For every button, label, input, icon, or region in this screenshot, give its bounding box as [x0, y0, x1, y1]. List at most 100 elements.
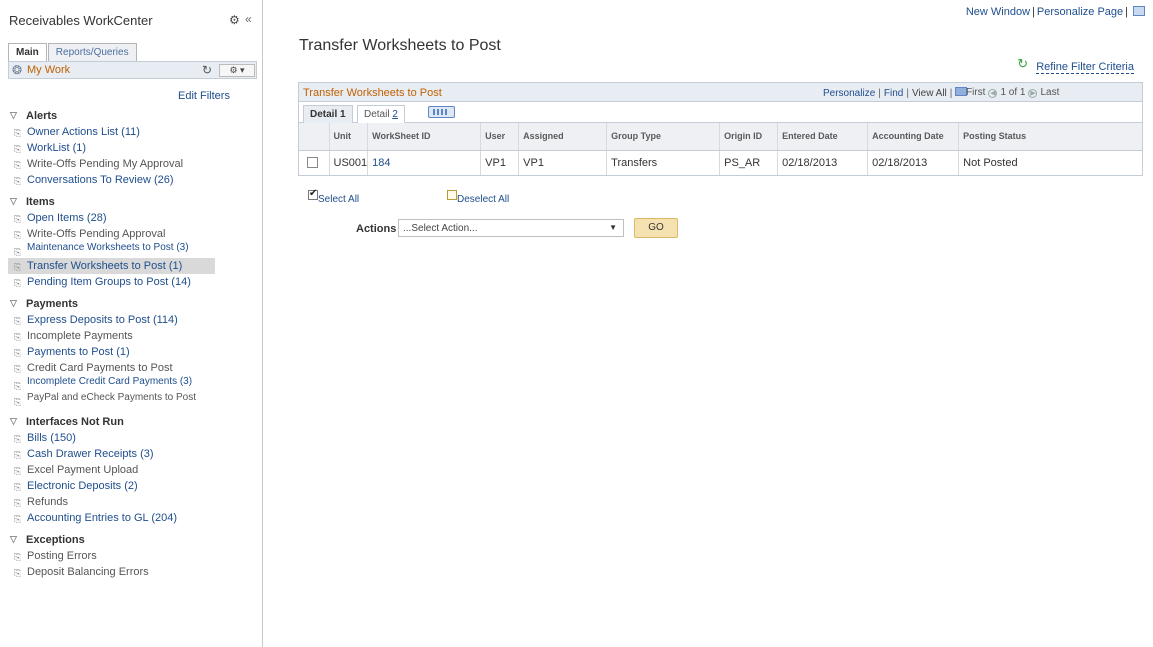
sidebar-item[interactable]: ⎘ Write-Offs Pending My Approval	[0, 156, 262, 172]
sidebar-item[interactable]: ⎘ Deposit Balancing Errors	[0, 564, 262, 580]
sidebar-item[interactable]: ⎘ Write-Offs Pending Approval	[0, 226, 262, 242]
deselect-all-check-icon[interactable]	[447, 190, 457, 200]
go-button[interactable]: GO	[634, 218, 678, 238]
sidebar-item[interactable]: ⎘ Posting Errors	[0, 548, 262, 564]
sidebar-item[interactable]: ⎘ Accounting Entries to GL (204)	[0, 510, 262, 526]
sidebar-item[interactable]: ⎘ Transfer Worksheets to Post (1)	[8, 258, 215, 274]
next-arrow-icon[interactable]: ▶	[1028, 89, 1038, 98]
sidebar-item-label[interactable]: Express Deposits to Post (114)	[27, 314, 178, 326]
tab-reports-queries[interactable]: Reports/Queries	[47, 43, 137, 61]
actions-label: Actions	[356, 223, 397, 235]
sidebar-item-label[interactable]: Incomplete Credit Card Payments (3)	[27, 376, 192, 387]
section-header-payments[interactable]: ▽ Payments	[0, 294, 262, 312]
page-title: Transfer Worksheets to Post	[299, 37, 501, 54]
prev-arrow-icon[interactable]: ◀	[988, 89, 998, 98]
section-label: Alerts	[26, 110, 58, 122]
sidebar-item[interactable]: ⎘ Express Deposits to Post (114)	[0, 312, 262, 328]
sidebar-item-label[interactable]: Pending Item Groups to Post (14)	[27, 276, 191, 288]
sidebar-item[interactable]: ⎘ Open Items (28)	[0, 210, 262, 226]
top-links: New Window | Personalize Page |	[966, 6, 1145, 18]
sidebar-item-label[interactable]: Conversations To Review (26)	[27, 174, 174, 186]
select-all-check-icon[interactable]	[308, 188, 318, 200]
sidebar-item[interactable]: ⎘ Excel Payment Upload	[0, 462, 262, 478]
sidebar-item[interactable]: ⎘ Electronic Deposits (2)	[0, 478, 262, 494]
section-label: Exceptions	[26, 534, 85, 546]
sidebar-item[interactable]: ⎘ Refunds	[0, 494, 262, 510]
sidebar-item-label[interactable]: Accounting Entries to GL (204)	[27, 512, 177, 524]
sidebar-item-label[interactable]: Maintenance Worksheets to Post (3)	[27, 242, 189, 253]
sidebar-item[interactable]: ⎘ Incomplete Credit Card Payments (3)	[0, 376, 262, 392]
sidebar-item[interactable]: ⎘ Bills (150)	[0, 430, 262, 446]
sidebar-item[interactable]: ⎘ Credit Card Payments to Post	[0, 360, 262, 376]
posting-status-cell: Not Posted	[963, 156, 1018, 169]
refresh-icon[interactable]: ↻	[202, 63, 212, 77]
actions-select[interactable]: ...Select Action... ▼	[398, 219, 624, 237]
gear-icon[interactable]: ⚙	[229, 13, 240, 27]
section-header-items[interactable]: ▽ Items	[0, 192, 262, 210]
sidebar-item-label: PayPal and eCheck Payments to Post	[27, 392, 196, 403]
sidebar-item[interactable]: ⎘ WorkList (1)	[0, 140, 262, 156]
deselect-all-link[interactable]: Deselect All	[457, 194, 509, 205]
options-dropdown-button[interactable]: ⚙ ▾	[219, 64, 255, 77]
expand-triangle-icon[interactable]: ▽	[10, 534, 17, 545]
sidebar-item[interactable]: ⎘ Incomplete Payments	[0, 328, 262, 344]
tab-detail-1[interactable]: Detail 1	[303, 105, 353, 123]
refine-filter-criteria-link[interactable]: Refine Filter Criteria	[1036, 61, 1134, 74]
sidebar-item-label[interactable]: Bills (150)	[27, 432, 76, 444]
sidebar-item[interactable]: ⎘ Pending Item Groups to Post (14)	[0, 274, 262, 290]
document-icon: ⎘	[14, 128, 22, 138]
expand-triangle-icon[interactable]: ▽	[10, 110, 17, 121]
tab-detail-2[interactable]: Detail 2	[357, 105, 405, 123]
personalize-link[interactable]: Personalize	[823, 88, 875, 99]
sidebar-item-label[interactable]: Electronic Deposits (2)	[27, 480, 138, 492]
new-window-link[interactable]: New Window	[966, 6, 1030, 18]
sidebar-item[interactable]: ⎘ PayPal and eCheck Payments to Post	[0, 392, 262, 408]
edit-filters-link[interactable]: Edit Filters	[178, 90, 230, 102]
expand-triangle-icon[interactable]: ▽	[10, 298, 17, 309]
sidebar-item-label[interactable]: WorkList (1)	[27, 142, 86, 154]
sidebar-item[interactable]: ⎘ Conversations To Review (26)	[0, 172, 262, 188]
row-select-checkbox[interactable]	[307, 157, 318, 169]
section-header-alerts[interactable]: ▽ Alerts	[0, 106, 262, 124]
sidebar-item-label[interactable]: Transfer Worksheets to Post (1)	[27, 260, 182, 272]
document-icon: ⎘	[14, 364, 22, 374]
collapse-sidebar-icon[interactable]: «	[245, 12, 252, 26]
sidebar-item[interactable]: ⎘ Payments to Post (1)	[0, 344, 262, 360]
expand-triangle-icon[interactable]: ▽	[10, 416, 17, 427]
row-select-cell	[299, 150, 330, 175]
section-header-interfaces-not-run[interactable]: ▽ Interfaces Not Run	[0, 412, 262, 430]
document-icon: ⎘	[14, 262, 22, 272]
grid-header: Transfer Worksheets to Post Personalize |…	[299, 83, 1142, 102]
sidebar-item-label[interactable]: Owner Actions List (11)	[27, 126, 140, 138]
sidebar-item-label: Refunds	[27, 496, 68, 508]
refresh-icon[interactable]: ↻	[1017, 56, 1028, 71]
sidebar-item-label[interactable]: Payments to Post (1)	[27, 346, 130, 358]
sidebar-item-label[interactable]: Cash Drawer Receipts (3)	[27, 448, 154, 460]
select-all-control[interactable]: Select All	[308, 188, 359, 205]
sidebar-item-label: Deposit Balancing Errors	[27, 566, 149, 578]
help-page-icon[interactable]	[1133, 6, 1145, 16]
expand-triangle-icon[interactable]: ▽	[10, 196, 17, 207]
sidebar-tabs: Main Reports/Queries	[8, 43, 138, 62]
separator: |	[1032, 6, 1035, 18]
select-all-link[interactable]: Select All	[318, 194, 359, 205]
sidebar-item-label[interactable]: Open Items (28)	[27, 212, 106, 224]
view-all-link[interactable]: View All	[912, 88, 947, 99]
table-row: US001 184 VP1 VP1 Transfers PS_AR 02/18/…	[299, 150, 1142, 175]
document-icon: ⎘	[14, 176, 22, 186]
column-header-assigned: Assigned	[518, 123, 608, 151]
sidebar-item[interactable]: ⎘ Owner Actions List (11)	[0, 124, 262, 140]
sidebar-item-label: Credit Card Payments to Post	[27, 362, 173, 374]
deselect-all-control[interactable]: Deselect All	[447, 190, 509, 205]
section-label: Payments	[26, 298, 78, 310]
personalize-page-link[interactable]: Personalize Page	[1037, 6, 1123, 18]
worksheet-id-cell: 184	[367, 150, 482, 175]
section-header-exceptions[interactable]: ▽ Exceptions	[0, 530, 262, 548]
sidebar-item[interactable]: ⎘ Maintenance Worksheets to Post (3)	[0, 242, 262, 258]
worksheet-id-link[interactable]: 184	[372, 157, 390, 169]
sidebar-item[interactable]: ⎘ Cash Drawer Receipts (3)	[0, 446, 262, 462]
grid-tools: Personalize | Find | View All |	[823, 87, 968, 99]
find-link[interactable]: Find	[884, 88, 903, 99]
show-all-columns-icon[interactable]	[428, 106, 455, 118]
tab-main[interactable]: Main	[8, 43, 47, 62]
